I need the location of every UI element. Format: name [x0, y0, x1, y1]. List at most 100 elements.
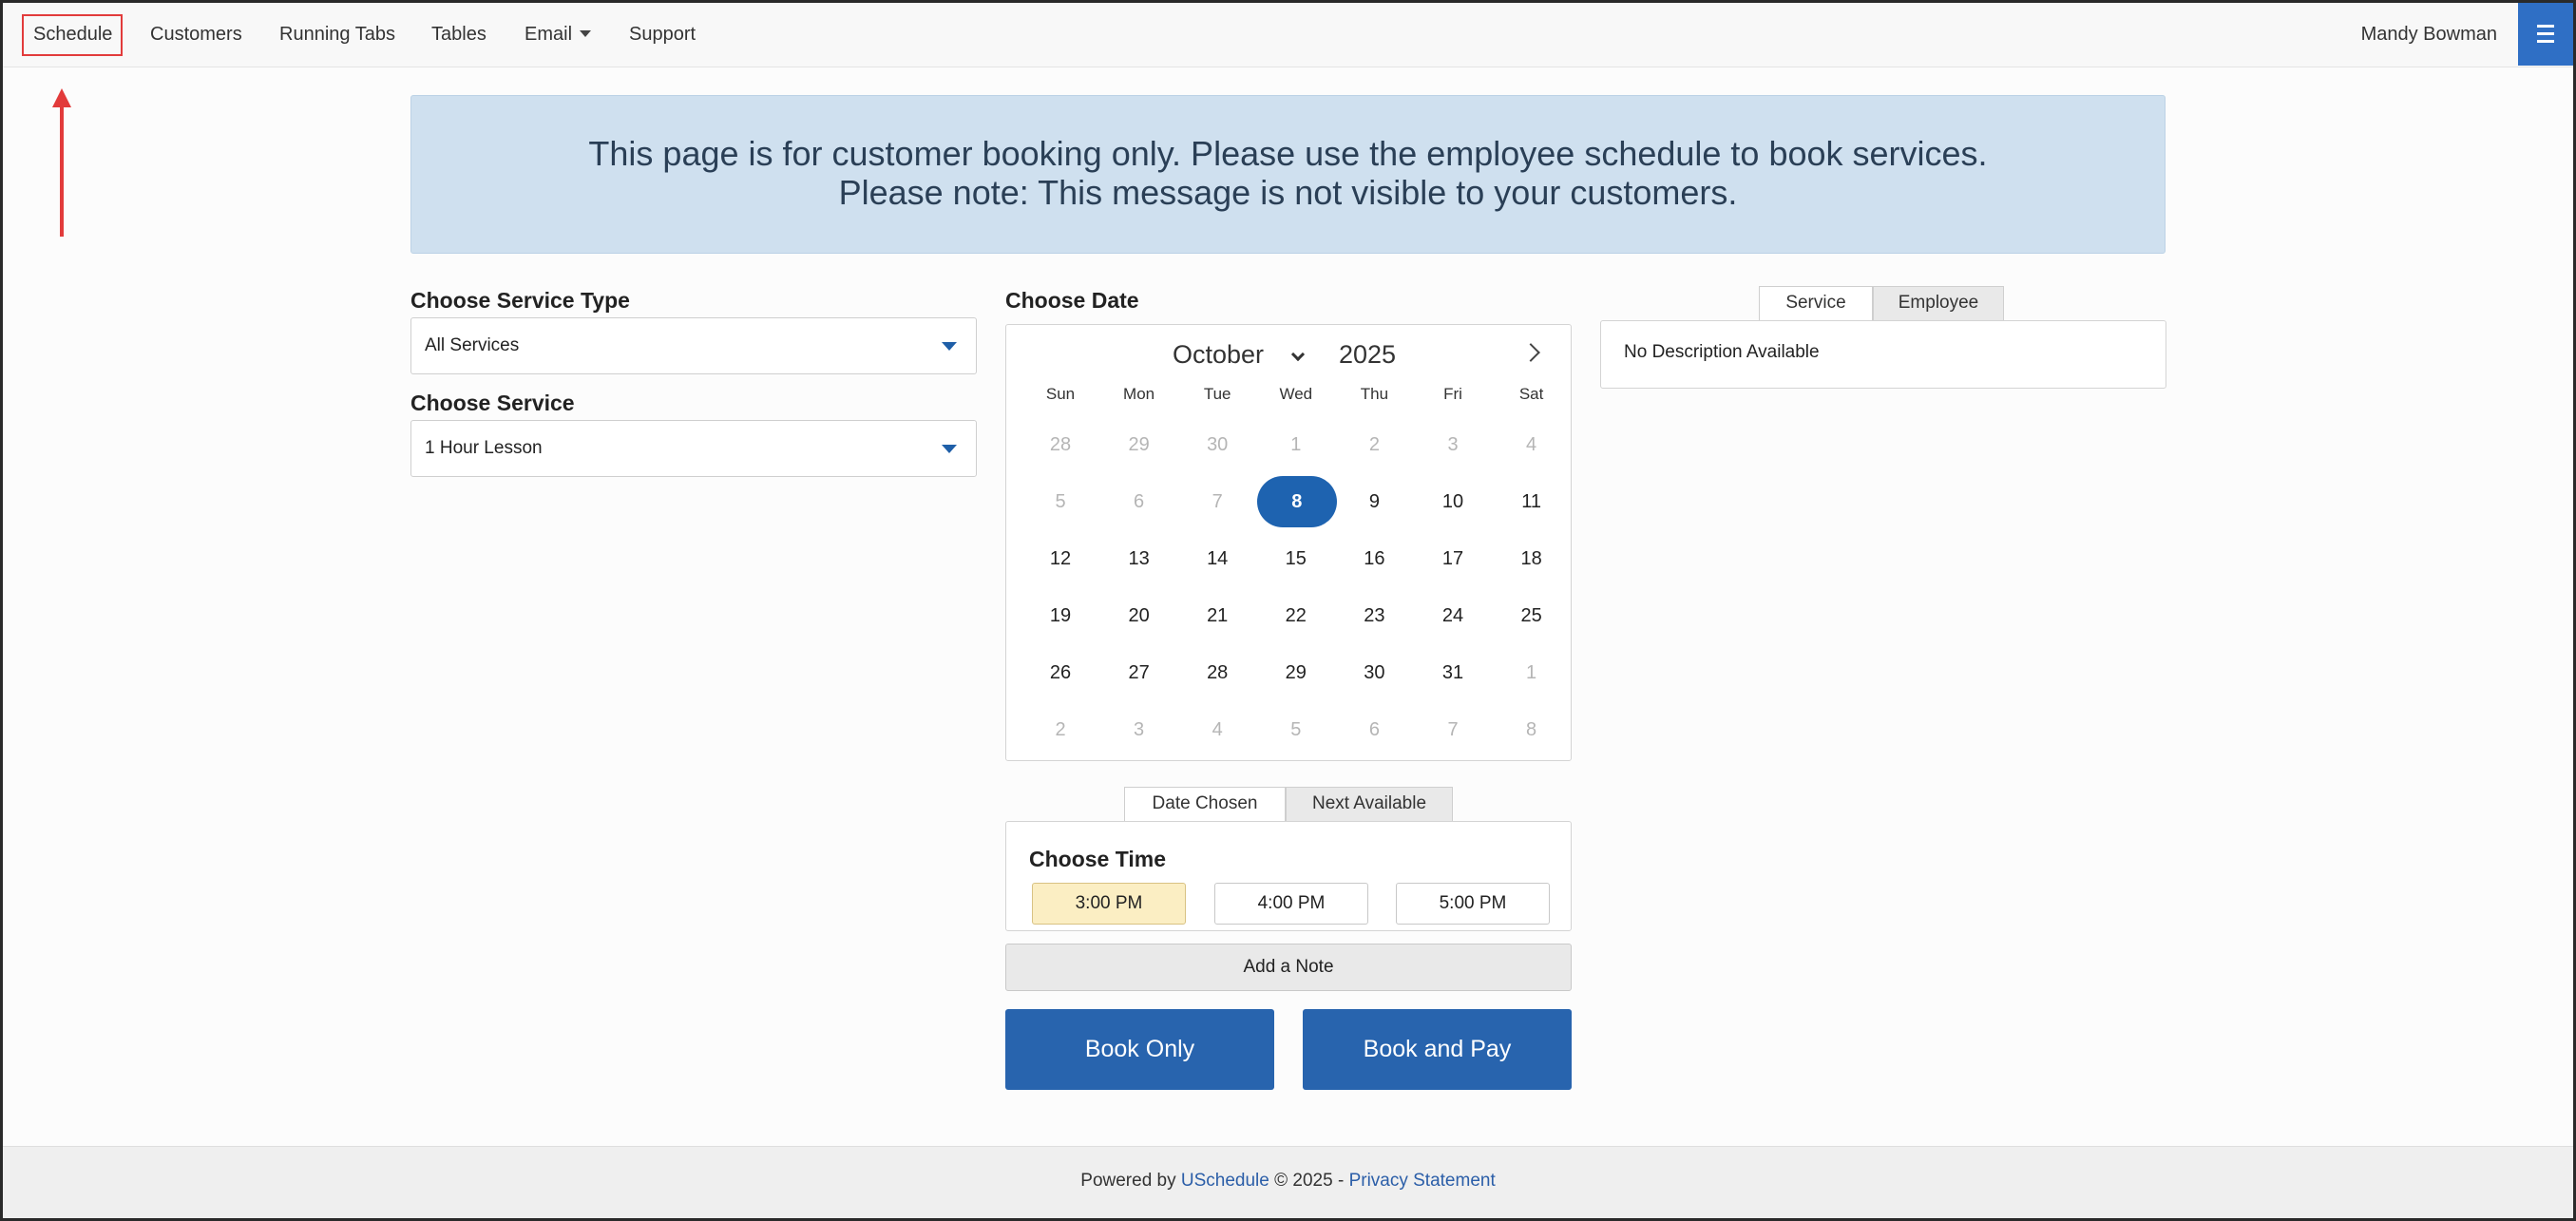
calendar-day[interactable]: 8: [1493, 703, 1571, 756]
chevron-down-icon[interactable]: [1290, 347, 1306, 362]
calendar-day-number: 13: [1128, 548, 1150, 569]
calendar-day-number: 20: [1128, 605, 1150, 626]
time-label: Choose Time: [1029, 847, 1166, 871]
calendar-day[interactable]: 30: [1335, 646, 1413, 699]
calendar-day[interactable]: 12: [1021, 532, 1099, 585]
book-and-pay-button[interactable]: Book and Pay: [1303, 1009, 1572, 1090]
year-display: 2025: [1339, 340, 1397, 369]
nav-email[interactable]: Email: [525, 3, 592, 66]
calendar-day: 2: [1335, 418, 1413, 471]
calendar-day[interactable]: 3: [1100, 703, 1178, 756]
calendar-day[interactable]: 7: [1414, 703, 1492, 756]
footer-brand-link[interactable]: USchedule: [1181, 1171, 1269, 1191]
calendar-day[interactable]: 13: [1100, 532, 1178, 585]
calendar-day: 28: [1021, 418, 1099, 471]
hamburger-icon[interactable]: [2518, 3, 2573, 66]
service-value: 1 Hour Lesson: [425, 438, 543, 458]
calendar-day-number: 16: [1364, 548, 1385, 569]
calendar-day[interactable]: 23: [1335, 589, 1413, 642]
calendar-day-number: 1: [1290, 434, 1302, 455]
nav-support[interactable]: Support: [629, 3, 696, 66]
calendar-day[interactable]: 10: [1414, 475, 1492, 528]
calendar-day-number: 28: [1049, 434, 1072, 455]
calendar-day[interactable]: 6: [1335, 703, 1413, 756]
calendar-day[interactable]: 31: [1414, 646, 1492, 699]
time-slot-button[interactable]: 5:00 PM: [1396, 883, 1550, 925]
calendar-day[interactable]: 20: [1100, 589, 1178, 642]
calendar-day-number: 7: [1447, 719, 1459, 740]
weekday-header: Thu: [1360, 385, 1389, 403]
month-select[interactable]: October: [1173, 340, 1264, 370]
nav-schedule[interactable]: Schedule: [33, 3, 112, 66]
calendar-day-number: 2: [1368, 434, 1380, 455]
calendar-day[interactable]: 4: [1178, 703, 1256, 756]
calendar-day-number: 4: [1526, 434, 1537, 455]
nav-running-tabs[interactable]: Running Tabs: [279, 3, 395, 66]
calendar-day-number: 1: [1526, 662, 1537, 683]
time-panel: Choose Time 3:00 PM 4:00 PM 5:00 PM: [1005, 821, 1572, 931]
banner-line-2: Please note: This message is not visible…: [838, 173, 1738, 212]
service-type-label: Choose Service Type: [410, 288, 630, 313]
calendar-day-number: 25: [1520, 605, 1542, 626]
tab-date-chosen[interactable]: Date Chosen: [1124, 787, 1286, 821]
calendar-day-number: 8: [1526, 719, 1537, 740]
calendar-day[interactable]: 6: [1100, 475, 1178, 528]
calendar-day[interactable]: 19: [1021, 589, 1099, 642]
calendar-day[interactable]: 22: [1257, 589, 1335, 642]
calendar-day-number: 8: [1256, 476, 1337, 527]
add-note-button[interactable]: Add a Note: [1005, 944, 1572, 991]
calendar-day[interactable]: 26: [1021, 646, 1099, 699]
calendar-day-number: 15: [1285, 548, 1307, 569]
calendar-day-number: 10: [1441, 491, 1464, 512]
calendar-day-number: 12: [1049, 548, 1072, 569]
calendar-day[interactable]: 2: [1021, 703, 1099, 756]
calendar-day-number: 3: [1134, 719, 1145, 740]
calendar-day-number: 4: [1212, 719, 1223, 740]
calendar-day[interactable]: 18: [1493, 532, 1571, 585]
calendar-day[interactable]: 21: [1178, 589, 1256, 642]
calendar-day-number: 17: [1441, 548, 1464, 569]
calendar-day-number: 5: [1055, 491, 1066, 512]
calendar-day[interactable]: 28: [1178, 646, 1256, 699]
top-navbar: Schedule Customers Running Tabs Tables E…: [3, 3, 2573, 67]
service-select[interactable]: 1 Hour Lesson: [410, 420, 977, 477]
calendar-day[interactable]: 15: [1257, 532, 1335, 585]
calendar-day[interactable]: 11: [1493, 475, 1571, 528]
calendar-day: 1: [1257, 418, 1335, 471]
book-only-button[interactable]: Book Only: [1005, 1009, 1274, 1090]
calendar-day[interactable]: 7: [1178, 475, 1256, 528]
calendar-day[interactable]: 5: [1021, 475, 1099, 528]
dropdown-caret-icon: [942, 342, 957, 351]
time-slot-button[interactable]: 3:00 PM: [1032, 883, 1186, 925]
date-label: Choose Date: [1005, 288, 1139, 313]
calendar-day[interactable]: 29: [1257, 646, 1335, 699]
calendar-day[interactable]: 16: [1335, 532, 1413, 585]
calendar-day-number: 11: [1521, 491, 1541, 512]
user-name[interactable]: Mandy Bowman: [2361, 3, 2497, 66]
calendar-day-number: 26: [1049, 662, 1072, 683]
calendar-day-number: 31: [1441, 662, 1464, 683]
tab-employee[interactable]: Employee: [1873, 286, 2004, 320]
chevron-right-icon[interactable]: [1521, 343, 1540, 362]
calendar-day[interactable]: 9: [1335, 475, 1413, 528]
calendar-day[interactable]: 27: [1100, 646, 1178, 699]
calendar-day-selected[interactable]: 8: [1256, 475, 1337, 528]
service-type-value: All Services: [425, 335, 520, 355]
footer-copyright: © 2025 -: [1269, 1171, 1349, 1191]
time-slot-button[interactable]: 4:00 PM: [1214, 883, 1368, 925]
weekday-header: Sun: [1045, 385, 1076, 403]
tab-service[interactable]: Service: [1759, 286, 1873, 320]
calendar-day-number: 30: [1207, 434, 1229, 455]
privacy-statement-link[interactable]: Privacy Statement: [1349, 1171, 1496, 1191]
tab-next-available[interactable]: Next Available: [1286, 787, 1453, 821]
nav-tables[interactable]: Tables: [431, 3, 487, 66]
calendar-day[interactable]: 24: [1414, 589, 1492, 642]
service-type-select[interactable]: All Services: [410, 317, 977, 374]
info-banner: This page is for customer booking only. …: [410, 95, 2166, 254]
calendar-day[interactable]: 25: [1493, 589, 1571, 642]
calendar-day[interactable]: 5: [1257, 703, 1335, 756]
calendar-day[interactable]: 14: [1178, 532, 1256, 585]
calendar-day[interactable]: 1: [1493, 646, 1571, 699]
nav-customers[interactable]: Customers: [150, 3, 242, 66]
calendar-day[interactable]: 17: [1414, 532, 1492, 585]
